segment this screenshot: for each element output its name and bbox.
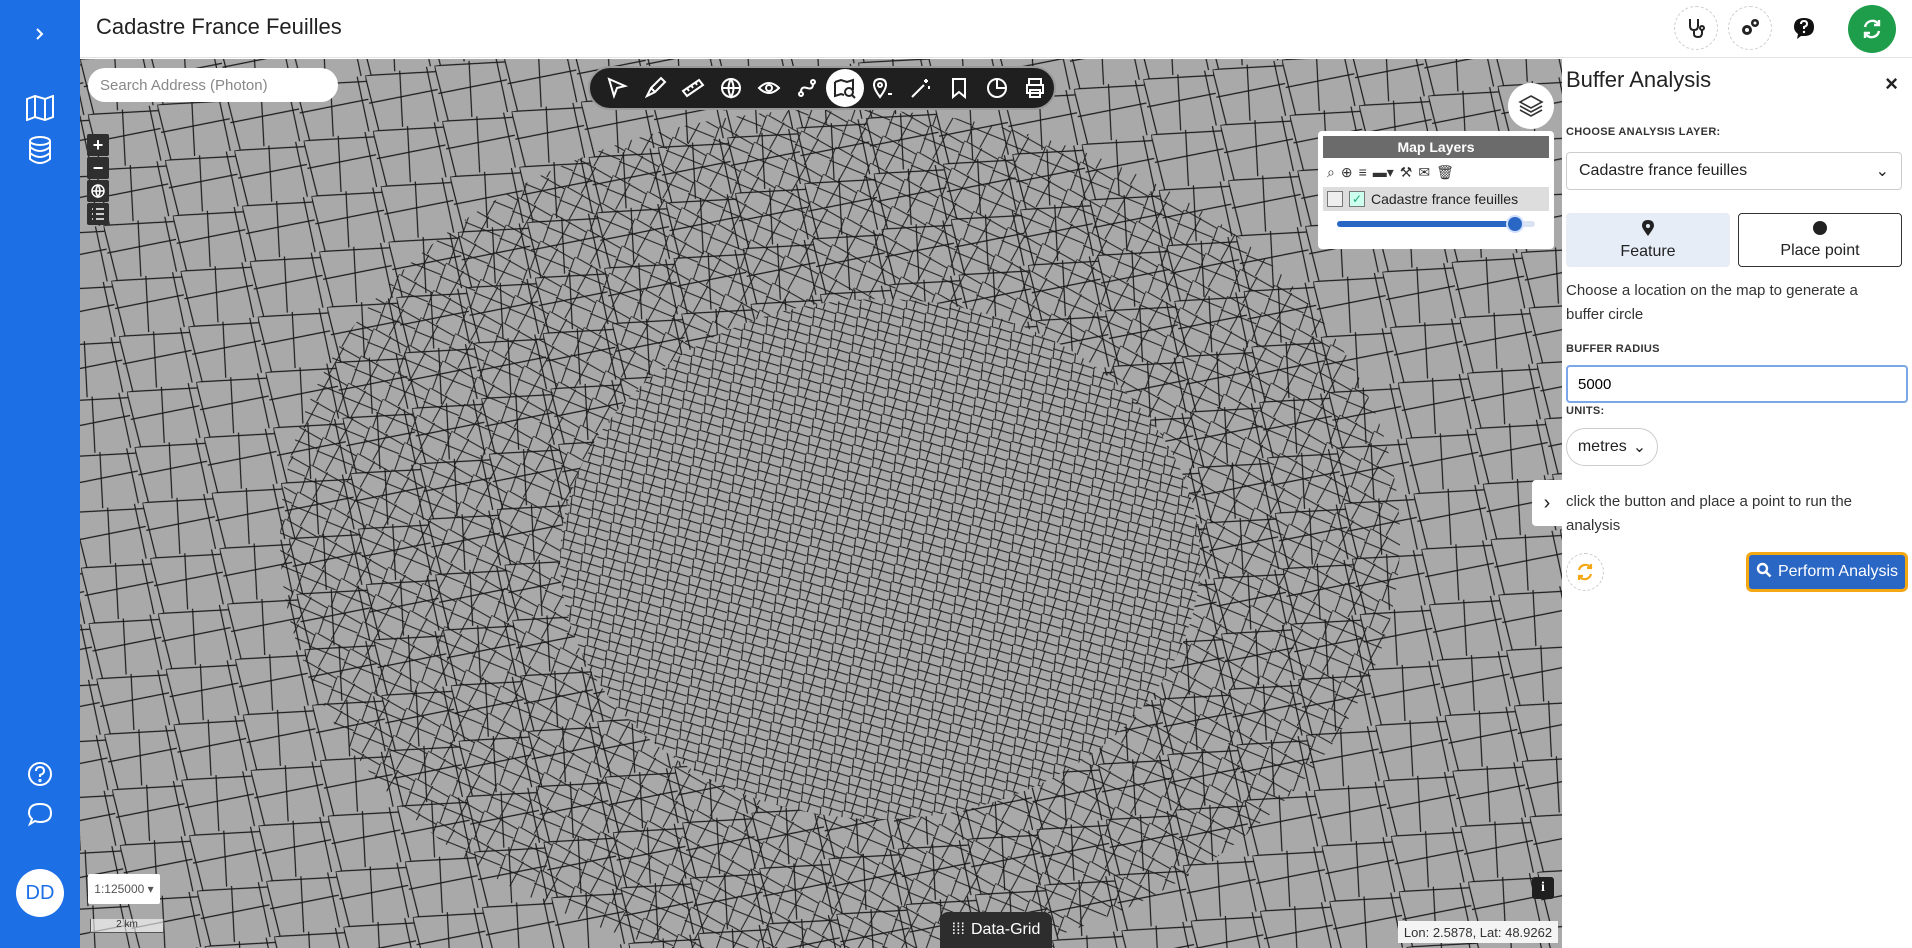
scale-value: 1:125000 [94,882,145,896]
layers-toolbar: ⌕ ⊕ ≡ ▬▾ ⚒ ✉ 🗑 [1323,158,1549,187]
refresh-icon[interactable] [1848,5,1896,53]
header: Cadastre France Feuilles [80,0,1912,58]
print-icon[interactable] [1016,69,1054,107]
wrench-icon[interactable]: ⚒ [1400,164,1413,181]
layers-icon[interactable] [1508,83,1554,129]
circle-icon [1813,220,1827,240]
trash-icon[interactable]: 🗑 [1436,164,1454,181]
database-icon[interactable] [0,130,80,170]
layer-select-checkbox[interactable] [1327,191,1343,207]
buffer-radius-label: BUFFER RADIUS [1566,343,1660,355]
zoom-in-button[interactable]: + [87,134,109,156]
feature-button[interactable]: Feature [1566,213,1730,267]
layer-row[interactable]: ✓ Cadastre france feuilles [1323,187,1549,211]
units-value: metres [1577,438,1627,455]
opacity-slider-knob[interactable] [1506,215,1525,233]
comment-icon[interactable]: ✉ [1418,164,1430,181]
choose-layer-label: CHOOSE ANALYSIS LAYER: [1566,126,1721,138]
panel-title: Buffer Analysis [1566,67,1712,92]
search-icon[interactable]: ⌕ [1327,164,1335,181]
eye-icon[interactable] [750,69,788,107]
search-icon [1756,562,1772,583]
chevron-right-icon[interactable]: › [1532,480,1562,526]
units-label: UNITS: [1566,405,1605,417]
zoom-out-button[interactable]: − [87,157,109,179]
folder-icon[interactable]: ▬▾ [1373,164,1394,181]
data-grid-button[interactable]: ⁞⁞⁞ Data-Grid [940,912,1052,948]
data-grid-label: Data-Grid [970,921,1041,938]
layers-panel-title: Map Layers [1323,136,1549,158]
map-icon[interactable] [0,88,80,128]
perform-analysis-button[interactable]: Perform Analysis [1746,552,1908,592]
info-icon[interactable]: i [1532,877,1554,899]
measure-icon[interactable] [674,69,712,107]
question-icon[interactable] [1782,6,1826,50]
feature-label: Feature [1620,242,1676,260]
layer-visibility-checkbox[interactable]: ✓ [1349,191,1365,207]
gears-icon[interactable] [1728,6,1772,50]
place-point-button[interactable]: Place point [1738,213,1902,267]
route-icon[interactable] [788,69,826,107]
place-point-label: Place point [1780,241,1860,259]
reset-button[interactable] [1566,553,1604,591]
add-layer-icon[interactable]: ⊕ [1341,164,1353,181]
help-icon[interactable] [0,754,80,794]
database-icon[interactable]: ≡ [1359,164,1367,181]
search-input[interactable] [88,68,338,102]
list-view-button[interactable] [87,203,109,225]
layer-name: Cadastre france feuilles [1371,191,1519,207]
instruction-text: Choose a location on the map to generate… [1566,282,1858,323]
opacity-slider-fill [1337,221,1516,227]
page-title: Cadastre France Feuilles [96,14,342,39]
location-icon[interactable] [864,69,902,107]
search-map-icon[interactable] [826,69,864,107]
avatar[interactable]: DD [16,869,64,917]
left-rail: DD [0,0,80,948]
buffer-radius-input[interactable] [1566,365,1908,403]
chevron-down-icon: ⌄ [1875,163,1889,180]
opacity-slider[interactable] [1337,215,1535,233]
select-icon[interactable] [598,69,636,107]
map-layers-panel: Map Layers ⌕ ⊕ ≡ ▬▾ ⚒ ✉ 🗑 ✓ Cadastre fra… [1318,131,1554,249]
map-marker-icon [1642,219,1654,241]
scale-bar: 2 km [90,919,164,933]
stethoscope-icon[interactable] [1674,6,1718,50]
pie-chart-icon[interactable] [978,69,1016,107]
chevron-down-icon: ⌄ [1632,439,1647,456]
scale-selector[interactable]: 1:125000 ▾ [88,874,160,904]
map-canvas[interactable]: + − Map Layers ⌕ ⊕ ≡ ▬▾ ⚒ ✉ 🗑 [80,59,1562,948]
expand-icon[interactable] [0,14,80,54]
close-icon[interactable]: × [1885,71,1898,97]
perform-analysis-label: Perform Analysis [1777,563,1899,580]
units-select[interactable]: metres ⌄ [1566,428,1658,466]
run-instruction-text: click the button and place a point to ru… [1566,493,1853,534]
chat-icon[interactable] [0,794,80,834]
grid-icon: ⁞⁞⁞ [951,921,965,938]
analysis-layer-select[interactable]: Cadastre france feuilles ⌄ [1566,152,1902,190]
bookmark-icon[interactable] [940,69,978,107]
globe-view-button[interactable] [87,180,109,202]
buffer-analysis-panel: Buffer Analysis × CHOOSE ANALYSIS LAYER:… [1562,59,1912,948]
map-toolbar [588,66,1056,110]
selected-layer: Cadastre france feuilles [1579,162,1748,179]
magic-icon[interactable] [902,69,940,107]
coordinates-readout: Lon: 2.5878, Lat: 48.9262 [1398,921,1558,943]
draw-icon[interactable] [636,69,674,107]
globe-icon[interactable] [712,69,750,107]
